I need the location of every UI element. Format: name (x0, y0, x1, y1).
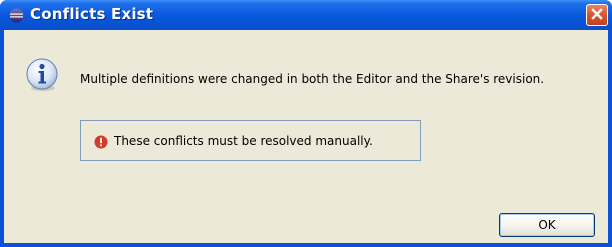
eclipse-icon (9, 8, 24, 23)
dialog-window: Conflicts Exist Multiple definitions wer… (0, 0, 612, 247)
status-message: These conflicts must be resolved manuall… (114, 134, 373, 148)
dialog-body: Multiple definitions were changed in bot… (4, 30, 608, 243)
ok-button[interactable]: OK (499, 213, 595, 237)
status-panel: These conflicts must be resolved manuall… (80, 120, 421, 161)
error-icon (94, 134, 108, 149)
window-title: Conflicts Exist (30, 5, 154, 23)
close-icon (590, 6, 604, 25)
close-button[interactable] (586, 4, 608, 26)
info-icon (24, 57, 60, 93)
dialog-message: Multiple definitions were changed in bot… (80, 72, 545, 86)
title-bar[interactable]: Conflicts Exist (0, 0, 612, 30)
